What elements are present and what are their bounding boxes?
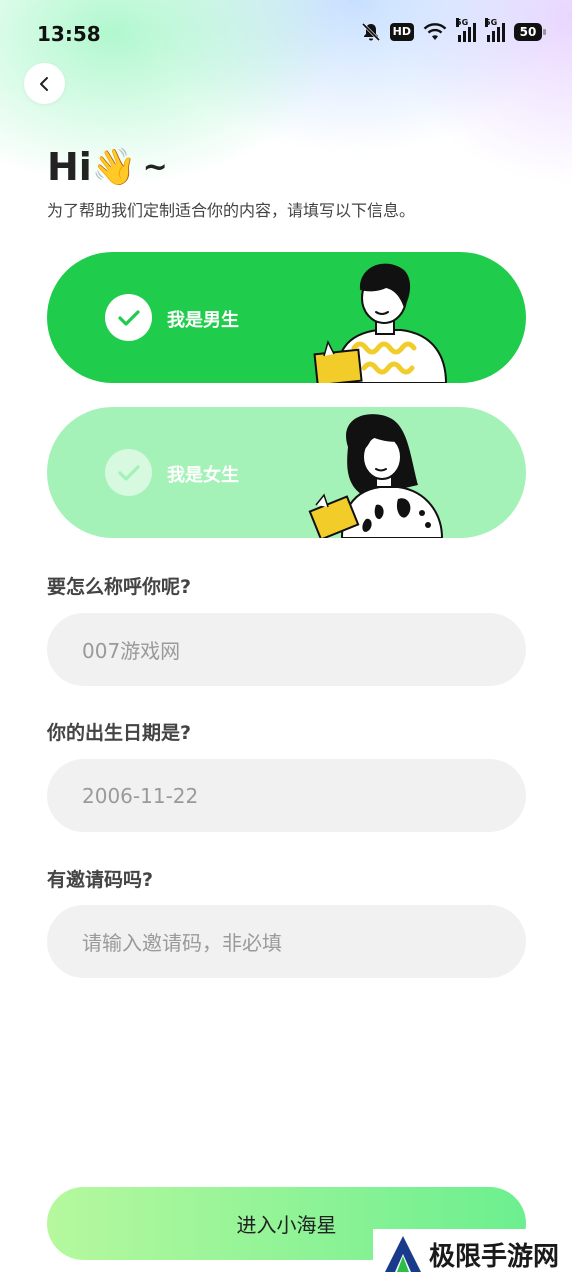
invite-code-input[interactable]: 请输入邀请码，非必填 xyxy=(47,905,526,978)
signal-5g-icon-1: 5G xyxy=(456,18,476,42)
status-icons: HD 5G 5G 50 xyxy=(361,18,546,42)
gender-option-female[interactable]: 我是女生 xyxy=(47,407,526,538)
back-button[interactable] xyxy=(24,63,65,104)
nickname-value: 007游戏网 xyxy=(82,639,181,663)
nickname-input[interactable]: 007游戏网 xyxy=(47,613,526,686)
chevron-left-icon xyxy=(39,76,48,91)
wifi-icon xyxy=(423,23,447,40)
signal-5g-icon-2: 5G xyxy=(485,18,505,42)
invite-section-label: 有邀请码吗? xyxy=(47,869,154,891)
greeting-tilde: ~ xyxy=(142,149,168,185)
gender-option-male[interactable]: 我是男生 xyxy=(47,252,526,383)
watermark-logo-icon xyxy=(385,1236,421,1272)
watermark-text: 极限手游网 xyxy=(429,1241,560,1272)
check-icon xyxy=(105,449,152,496)
birthday-section-label: 你的出生日期是? xyxy=(47,722,192,744)
check-icon xyxy=(105,294,152,341)
battery-icon: 50 xyxy=(514,23,546,41)
name-section-label: 要怎么称呼你呢? xyxy=(47,576,192,598)
bell-muted-icon xyxy=(361,22,380,42)
boy-illustration xyxy=(313,263,448,383)
gender-label-female: 我是女生 xyxy=(167,465,239,486)
greeting-heading: Hi 👋 ~ xyxy=(47,145,168,189)
birthday-input[interactable]: 2006-11-22 xyxy=(47,759,526,832)
birthday-value: 2006-11-22 xyxy=(82,783,199,808)
watermark: 极限手游网 xyxy=(373,1229,572,1279)
greeting-text: Hi xyxy=(47,145,92,189)
invite-code-placeholder: 请输入邀请码，非必填 xyxy=(82,931,282,955)
page-subtitle: 为了帮助我们定制适合你的内容，请填写以下信息。 xyxy=(47,201,416,220)
enter-button-label: 进入小海星 xyxy=(236,1213,337,1237)
clapping-hands-icon: 👋 xyxy=(91,147,137,188)
hd-voice-icon: HD xyxy=(389,23,414,41)
status-bar: 13:58 HD 5G 5G 50 xyxy=(0,0,572,68)
gender-label-male: 我是男生 xyxy=(167,310,239,331)
girl-illustration xyxy=(308,414,444,538)
status-time: 13:58 xyxy=(37,22,101,46)
